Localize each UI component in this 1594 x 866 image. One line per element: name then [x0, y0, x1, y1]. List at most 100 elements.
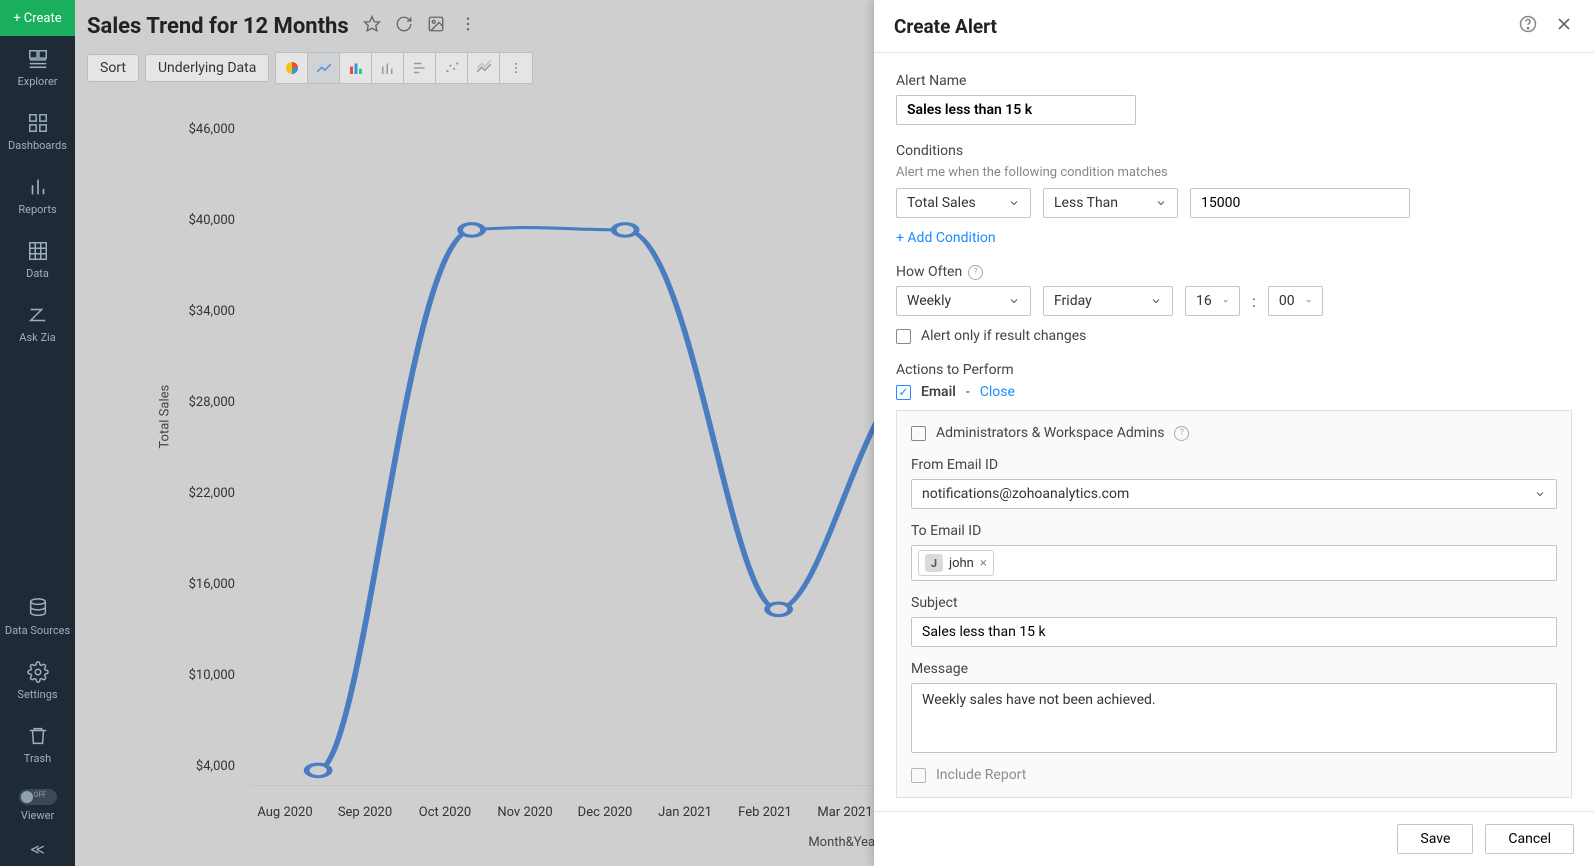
condition-field-select[interactable]: Total Sales: [896, 188, 1031, 218]
save-button[interactable]: Save: [1397, 824, 1473, 854]
chevron-down-icon: [1155, 197, 1167, 209]
sidebar-item-settings[interactable]: Settings: [0, 649, 75, 713]
panel-body: Alert Name Conditions Alert me when the …: [874, 53, 1594, 811]
alert-only-changes-checkbox[interactable]: [896, 329, 911, 344]
y-axis-title: Total Sales: [158, 385, 173, 449]
condition-operator-select[interactable]: Less Than: [1043, 188, 1178, 218]
include-report-label: Include Report: [936, 767, 1026, 783]
sidebar-item-dashboards[interactable]: Dashboards: [0, 100, 75, 164]
sidebar-item-data[interactable]: Data: [0, 228, 75, 292]
sidebar-item-label: Data Sources: [5, 624, 70, 637]
condition-field-value: Total Sales: [907, 195, 976, 211]
message-textarea[interactable]: Weekly sales have not been achieved.: [911, 683, 1557, 753]
chevron-down-icon: [1150, 295, 1162, 307]
email-action-checkbox[interactable]: [896, 385, 911, 400]
sidebar-item-reports[interactable]: Reports: [0, 164, 75, 228]
email-chip: J john ×: [918, 550, 994, 576]
alert-only-changes-label: Alert only if result changes: [921, 328, 1086, 344]
viewer-toggle[interactable]: [19, 789, 57, 805]
chart-type-bar[interactable]: [340, 53, 372, 83]
alert-name-input[interactable]: [896, 95, 1136, 125]
x-tick: Aug 2020: [257, 805, 312, 820]
subject-label: Subject: [911, 595, 1557, 611]
hour-select[interactable]: 16: [1185, 286, 1240, 316]
close-email-link[interactable]: Close: [980, 384, 1015, 400]
sidebar-item-label: Trash: [24, 752, 51, 765]
panel-footer: Save Cancel: [874, 811, 1594, 866]
sidebar-item-ask-zia[interactable]: Ask Zia: [0, 292, 75, 356]
chevron-down-icon: [1222, 296, 1229, 306]
sidebar-item-trash[interactable]: Trash: [0, 713, 75, 777]
cancel-button[interactable]: Cancel: [1485, 824, 1574, 854]
frequency-select[interactable]: Weekly: [896, 286, 1031, 316]
create-alert-panel: Create Alert Alert Name Conditions Alert…: [874, 0, 1594, 866]
frequency-value: Weekly: [907, 293, 951, 309]
sidebar-item-data-sources[interactable]: Data Sources: [0, 585, 75, 649]
sidebar-item-collapse[interactable]: ≪: [0, 834, 75, 866]
trash-icon: [27, 725, 49, 747]
refresh-icon[interactable]: [395, 15, 413, 37]
chart-type-pie[interactable]: [276, 53, 308, 83]
help-icon[interactable]: [1518, 14, 1538, 38]
save-image-icon[interactable]: [427, 15, 445, 37]
chevron-down-icon: [1534, 488, 1546, 500]
admins-checkbox[interactable]: [911, 426, 926, 441]
sidebar-item-label: Ask Zia: [19, 331, 55, 344]
star-icon[interactable]: [363, 15, 381, 37]
alert-name-label: Alert Name: [896, 73, 1572, 89]
y-tick: $40,000: [177, 213, 235, 228]
day-select[interactable]: Friday: [1043, 286, 1173, 316]
remove-chip-icon[interactable]: ×: [980, 556, 987, 571]
dash: -: [966, 384, 970, 400]
to-email-input[interactable]: J john ×: [911, 545, 1557, 581]
chevron-left-icon: ≪: [30, 842, 45, 858]
chart-type-scatter[interactable]: [436, 53, 468, 83]
chevron-down-icon: [1305, 296, 1312, 306]
subject-input[interactable]: [911, 617, 1557, 647]
ask-zia-icon: [27, 304, 49, 326]
y-tick: $16,000: [177, 577, 235, 592]
y-tick: $46,000: [177, 122, 235, 137]
create-button[interactable]: + Create: [0, 0, 75, 36]
sidebar-item-viewer[interactable]: Viewer: [0, 777, 75, 834]
minute-select[interactable]: 00: [1268, 286, 1323, 316]
include-report-checkbox[interactable]: [911, 768, 926, 783]
chart-type-more[interactable]: [500, 53, 532, 83]
panel-title: Create Alert: [894, 15, 997, 38]
sidebar-item-label: Settings: [17, 688, 57, 701]
message-label: Message: [911, 661, 1557, 677]
y-tick: $22,000: [177, 486, 235, 501]
conditions-sublabel: Alert me when the following condition ma…: [896, 165, 1572, 180]
x-tick: Feb 2021: [738, 805, 792, 820]
email-config-block: Administrators & Workspace Admins ? From…: [896, 410, 1572, 798]
chart-type-stacked-bar[interactable]: [372, 53, 404, 83]
chart-type-bar-horizontal[interactable]: [404, 53, 436, 83]
sort-button[interactable]: Sort: [87, 54, 139, 82]
condition-operator-value: Less Than: [1054, 195, 1118, 211]
help-circ-icon[interactable]: ?: [1174, 426, 1189, 441]
close-icon[interactable]: [1554, 14, 1574, 38]
underlying-data-button[interactable]: Underlying Data: [145, 54, 269, 82]
create-label: Create: [24, 11, 62, 26]
x-tick: Sep 2020: [338, 805, 392, 820]
sidebar-item-label: Viewer: [21, 809, 54, 822]
explorer-icon: [27, 48, 49, 70]
chart-type-area[interactable]: [468, 53, 500, 83]
dashboards-icon: [27, 112, 49, 134]
add-condition-link[interactable]: + Add Condition: [896, 230, 996, 246]
sidebar-item-explorer[interactable]: Explorer: [0, 36, 75, 100]
from-email-select[interactable]: notifications@zohoanalytics.com: [911, 479, 1557, 509]
admins-label: Administrators & Workspace Admins: [936, 425, 1164, 441]
how-often-label: How Often ?: [896, 264, 983, 280]
chart-type-line[interactable]: [308, 53, 340, 83]
plus-icon: +: [13, 11, 20, 26]
conditions-label: Conditions: [896, 143, 1572, 159]
help-circ-icon[interactable]: ?: [968, 265, 983, 280]
y-tick: $4,000: [177, 759, 235, 774]
day-value: Friday: [1054, 293, 1092, 309]
kebab-icon[interactable]: [459, 15, 477, 37]
data-icon: [27, 240, 49, 262]
time-colon: :: [1252, 292, 1256, 311]
condition-value-input[interactable]: [1190, 188, 1410, 218]
gear-icon: [27, 661, 49, 683]
